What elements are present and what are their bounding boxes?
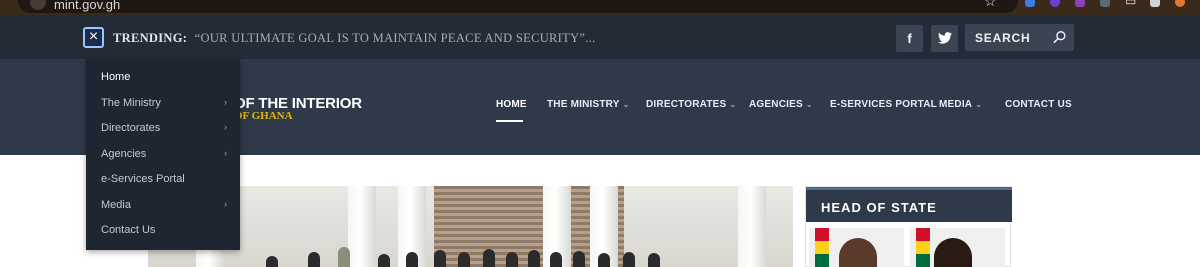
close-menu-icon[interactable]: × <box>83 27 104 48</box>
photo-person <box>623 252 635 267</box>
menu-item-label: The Ministry <box>101 97 161 109</box>
menu-item-the-ministry[interactable]: The Ministry › <box>101 97 227 117</box>
logo-subtitle: OF GHANA <box>234 110 293 122</box>
chevron-right-icon[interactable]: › <box>224 148 227 158</box>
nav-item-label: CONTACT US <box>1005 99 1072 110</box>
search-label: SEARCH <box>975 31 1031 45</box>
facebook-icon: f <box>907 31 912 46</box>
photo-person <box>266 256 278 267</box>
chevron-down-icon: ⌄ <box>805 100 813 109</box>
chevron-down-icon: ⌄ <box>975 100 983 109</box>
address-bar-url[interactable]: mint.gov.gh <box>54 0 120 12</box>
menu-item-home[interactable]: Home <box>101 71 227 91</box>
nav-item-label: HOME <box>496 99 527 110</box>
menu-item-media[interactable]: Media › <box>101 199 227 219</box>
flag-stripe <box>916 241 930 254</box>
photo-person <box>406 252 418 267</box>
photo-person <box>338 247 350 267</box>
flag-stripe <box>815 228 829 241</box>
menu-item-e-services-portal[interactable]: e-Services Portal <box>101 173 227 193</box>
nav-item-media[interactable]: MEDIA ⌄ <box>939 99 982 110</box>
chevron-right-icon[interactable]: › <box>224 199 227 209</box>
chevron-right-icon[interactable]: › <box>224 97 227 107</box>
hero-photo[interactable] <box>148 186 793 267</box>
nav-item-e-services-portal[interactable]: E-SERVICES PORTAL <box>830 99 937 110</box>
nav-item-label: DIRECTORATES <box>646 99 727 110</box>
portrait-figure <box>934 238 972 267</box>
address-bar[interactable] <box>18 0 1018 13</box>
twitter-button[interactable] <box>931 25 958 52</box>
flag-stripe <box>916 254 930 267</box>
photo-pillar <box>348 186 376 267</box>
nav-item-label: AGENCIES <box>749 99 803 110</box>
president-portrait[interactable] <box>809 228 904 267</box>
trending-ticker[interactable]: TRENDING: “OUR ULTIMATE GOAL IS TO MAINT… <box>113 31 596 46</box>
nav-item-label: THE MINISTRY <box>547 99 620 110</box>
nav-item-contact-us[interactable]: CONTACT US <box>1005 99 1072 110</box>
widget-title: HEAD OF STATE <box>821 200 937 215</box>
flag-stripe <box>815 241 829 254</box>
head-of-state-widget: HEAD OF STATE <box>805 186 1012 267</box>
widget-header: HEAD OF STATE <box>806 187 1012 222</box>
menu-item-directorates[interactable]: Directorates › <box>101 122 227 142</box>
photo-person <box>573 251 585 267</box>
browser-toolbar: mint.gov.gh ☆ ▭ <box>0 0 1200 15</box>
sidebar-panel-icon[interactable] <box>1150 0 1160 7</box>
extension-icon[interactable] <box>1100 0 1110 7</box>
search-box[interactable]: SEARCH <box>965 24 1074 51</box>
photo-person <box>378 254 390 267</box>
nav-item-the-ministry[interactable]: THE MINISTRY ⌄ <box>547 99 630 110</box>
page: mint.gov.gh ☆ ▭ × TRENDING: “OUR ULTIMAT… <box>0 0 1200 267</box>
menu-item-label: Contact Us <box>101 224 156 236</box>
photo-person <box>308 252 320 267</box>
nav-item-label: MEDIA <box>939 99 973 110</box>
photo-person <box>598 253 610 267</box>
mobile-menu-panel: Home The Ministry › Directorates › Agenc… <box>86 59 240 250</box>
top-bar: × TRENDING: “OUR ULTIMATE GOAL IS TO MAI… <box>0 15 1200 59</box>
menu-item-label: Home <box>101 71 131 83</box>
nav-item-agencies[interactable]: AGENCIES ⌄ <box>749 99 813 110</box>
extension-icon[interactable] <box>1025 0 1035 7</box>
chevron-down-icon: ⌄ <box>622 100 630 109</box>
photo-person <box>648 253 660 267</box>
menu-item-agencies[interactable]: Agencies › <box>101 148 227 168</box>
extension-icon[interactable] <box>1075 0 1085 7</box>
twitter-icon <box>937 32 952 44</box>
chevron-right-icon[interactable]: › <box>224 122 227 132</box>
menu-item-label: Agencies <box>101 148 147 160</box>
extension-icon[interactable] <box>1050 0 1060 7</box>
nav-item-home[interactable]: HOME <box>496 99 527 122</box>
trending-headline[interactable]: “OUR ULTIMATE GOAL IS TO MAINTAIN PEACE … <box>195 31 596 45</box>
menu-item-label: Directorates <box>101 122 161 134</box>
photo-person <box>483 249 495 267</box>
photo-pillar <box>738 186 766 267</box>
active-indicator <box>496 120 523 122</box>
menu-item-label: Media <box>101 199 131 211</box>
profile-avatar-icon[interactable] <box>1175 0 1185 7</box>
photo-person <box>458 252 470 267</box>
photo-person <box>528 250 540 267</box>
bookmark-star-icon[interactable]: ☆ <box>984 0 997 10</box>
chevron-down-icon: ⌄ <box>729 100 737 109</box>
reading-list-icon[interactable]: ▭ <box>1125 0 1136 8</box>
menu-item-contact-us[interactable]: Contact Us <box>101 224 227 244</box>
facebook-button[interactable]: f <box>896 25 923 52</box>
search-icon[interactable] <box>1053 30 1067 44</box>
photo-person <box>550 252 562 267</box>
photo-person <box>434 250 446 267</box>
photo-person <box>506 252 518 267</box>
menu-item-label: e-Services Portal <box>101 173 185 185</box>
flag-stripe <box>916 228 930 241</box>
flag-stripe <box>815 254 829 267</box>
vice-president-portrait[interactable] <box>910 228 1005 267</box>
nav-item-directorates[interactable]: DIRECTORATES ⌄ <box>646 99 736 110</box>
nav-item-label: E-SERVICES PORTAL <box>830 99 937 110</box>
trending-label: TRENDING: <box>113 31 188 45</box>
portrait-figure <box>839 238 877 267</box>
